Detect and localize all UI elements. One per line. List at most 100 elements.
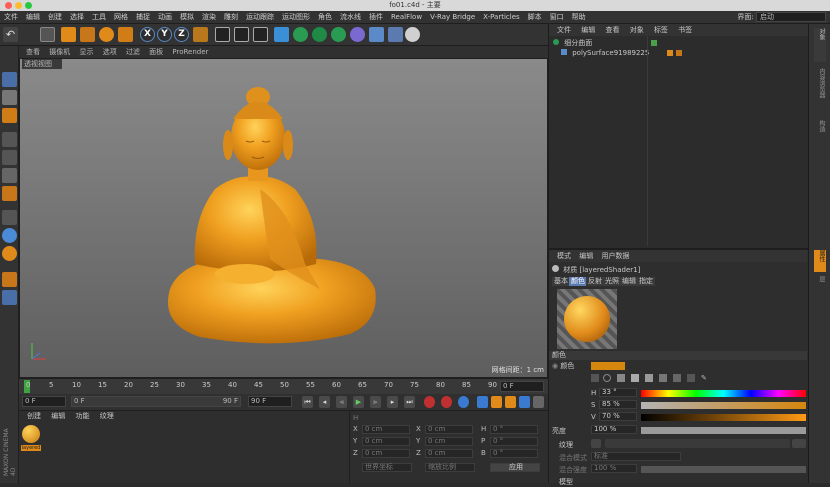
render-picture-viewer-icon[interactable] [234,27,249,42]
range-slider[interactable]: 0 F 90 F [71,396,241,407]
object-menu-objects[interactable]: 对象 [630,26,644,34]
pos-x-field[interactable]: 0 cm [362,425,410,434]
texture-mode-icon[interactable] [2,90,17,105]
color-swatch[interactable] [591,362,625,370]
menu-edit[interactable]: 编辑 [22,11,44,24]
edges-mode-icon[interactable] [2,150,17,165]
animate-dot-icon[interactable]: ◉ [552,362,558,370]
make-editable-icon[interactable] [2,72,17,87]
hsv-icon[interactable] [645,374,653,382]
axis-mode-icon[interactable] [2,186,17,201]
key-parameter-icon[interactable] [519,396,530,408]
color-wheel-icon[interactable] [591,374,599,382]
material-menu-edit[interactable]: 编辑 [51,412,65,420]
viewport-menu-options[interactable]: 选项 [103,48,117,56]
texture-browse-button[interactable] [792,439,806,448]
minimize-window-button[interactable] [15,2,22,9]
material-preview[interactable] [557,289,617,349]
camera-icon[interactable] [388,27,403,42]
prev-key-icon[interactable]: ◂ [319,396,330,408]
menu-render[interactable]: 渲染 [198,11,220,24]
spline-pen-icon[interactable] [293,27,308,42]
menu-help[interactable]: 帮助 [568,11,590,24]
menu-pipeline[interactable]: 流水线 [336,11,365,24]
light-icon[interactable] [405,27,420,42]
layout-select[interactable]: 启动 [756,12,826,22]
material-tag-icon[interactable] [667,50,673,56]
size-y-field[interactable]: 0 cm [425,437,473,446]
snap-icon[interactable] [2,210,17,225]
floor-icon[interactable] [369,27,384,42]
key-scale-icon[interactable] [491,396,502,408]
brightness-field[interactable]: 100 % [591,425,637,434]
visibility-toggle-icon[interactable] [651,40,657,46]
record-icon[interactable] [424,396,435,408]
hue-slider[interactable] [641,390,806,397]
prev-frame-icon[interactable]: ◃ [336,396,347,408]
zoom-window-button[interactable] [25,2,32,9]
object-row-polysurface[interactable]: polySurface91989225 [561,48,811,58]
material-thumbnail[interactable]: layered [21,425,41,455]
goto-start-icon[interactable]: ⏮ [302,396,313,408]
menu-snap[interactable]: 捕捉 [132,11,154,24]
key-rotation-icon[interactable] [505,396,516,408]
start-frame-field[interactable]: 0 F [22,396,66,407]
attr-menu-mode[interactable]: 模式 [557,252,571,260]
tab-objects[interactable]: 对象 [814,28,826,62]
scale-icon[interactable] [80,27,95,42]
object-menu-view[interactable]: 查看 [605,26,619,34]
menu-script[interactable]: 脚本 [524,11,546,24]
material-menu-function[interactable]: 功能 [75,412,89,420]
eyedropper-icon[interactable]: ✎ [701,374,709,382]
select-arrow-icon[interactable] [40,27,55,42]
mix-mode-dropdown[interactable]: 标准 [591,452,681,461]
timeline-menu-icon[interactable] [533,396,544,408]
menu-character[interactable]: 角色 [314,11,336,24]
texture-menu-button[interactable] [591,439,601,448]
deformer-icon[interactable] [350,27,365,42]
s-value-field[interactable]: 85 % [599,400,637,409]
tab-attributes[interactable]: 属性 [814,250,826,272]
buddha-statue-model[interactable] [20,59,548,378]
menu-sculpt[interactable]: 雕刻 [220,11,242,24]
menu-select[interactable]: 选择 [66,11,88,24]
h-value-field[interactable]: 33 ° [599,388,637,397]
menu-simulate[interactable]: 模拟 [176,11,198,24]
magnet-icon[interactable] [2,246,17,261]
tab-content-browser[interactable]: 内容浏览器 [814,68,826,114]
rot-h-field[interactable]: 0 ° [490,425,538,434]
viewport-menu-view[interactable]: 查看 [26,48,40,56]
viewport-menu-panel[interactable]: 面板 [149,48,163,56]
size-z-field[interactable]: 0 cm [425,449,473,458]
workplane-icon[interactable] [2,108,17,123]
coordinate-system-icon[interactable] [193,27,208,42]
tab-editor[interactable]: 编辑 [620,277,638,286]
perspective-viewport[interactable]: 透视视图 网格间距：1 cm [19,58,548,378]
timeline-ruler[interactable]: 0 5 10 15 20 25 30 35 40 45 50 55 60 65 … [19,378,548,394]
auto-key-icon[interactable] [441,396,452,408]
tab-basic[interactable]: 基本 [552,277,570,286]
material-menu-texture[interactable]: 纹理 [100,412,114,420]
viewport-menu-prorender[interactable]: ProRender [172,48,208,56]
undo-icon[interactable]: ↶ [3,27,18,42]
material-menu-create[interactable]: 创建 [27,412,41,420]
object-menu-edit[interactable]: 编辑 [581,26,595,34]
grid-icon[interactable] [2,290,17,305]
play-icon[interactable]: ▶ [353,396,364,408]
menu-plugins[interactable]: 插件 [365,11,387,24]
z-axis-lock-button[interactable]: Z [174,27,189,42]
end-frame-field[interactable]: 90 F [248,396,292,407]
polygons-mode-icon[interactable] [2,168,17,183]
mix-strength-slider[interactable] [641,466,806,473]
object-menu-file[interactable]: 文件 [557,26,571,34]
world-coordinates-dropdown[interactable]: 世界坐标 [362,463,412,472]
mix-strength-field[interactable]: 100 % [591,464,637,473]
tab-reflectance[interactable]: 反射 [586,277,604,286]
rotate-icon[interactable] [99,27,114,42]
menu-realflow[interactable]: RealFlow [387,11,426,24]
menu-mograph[interactable]: 运动图形 [278,11,314,24]
menu-animate[interactable]: 动画 [154,11,176,24]
move-icon[interactable] [61,27,76,42]
object-row-subdivision[interactable]: 细分曲面 [553,38,803,48]
rot-b-field[interactable]: 0 ° [490,449,538,458]
